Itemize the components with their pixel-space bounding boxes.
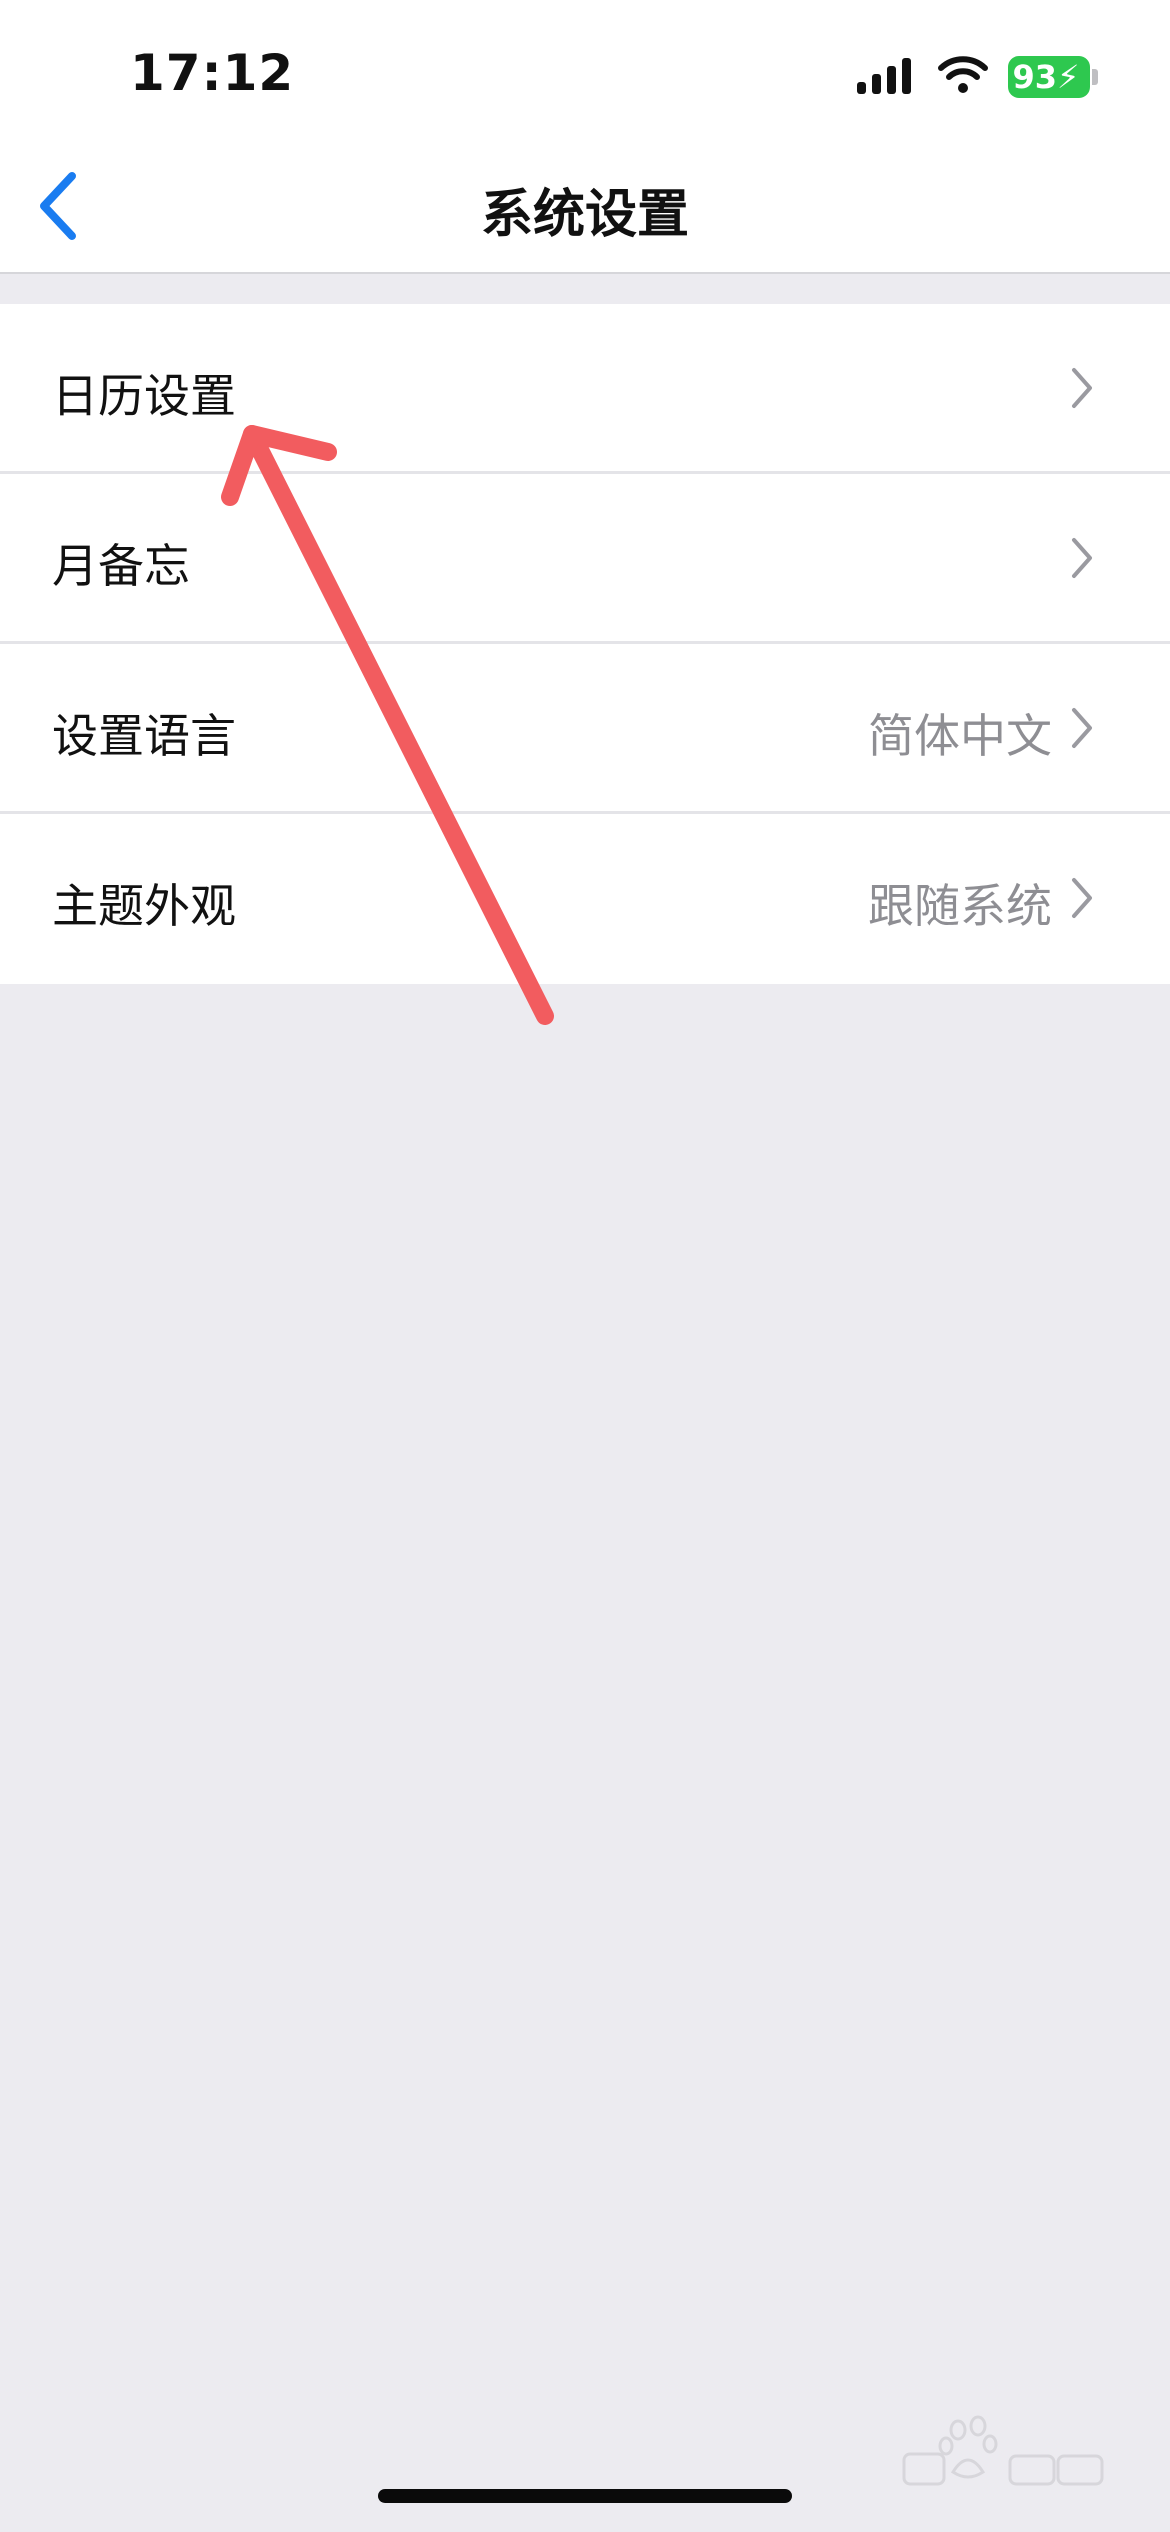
page-title: 系统设置 <box>480 185 689 245</box>
settings-item-value: 简体中文 <box>868 709 1052 763</box>
battery-nub <box>1092 69 1098 85</box>
wifi-icon <box>938 56 988 93</box>
chevron-right-icon <box>1072 538 1092 578</box>
chevron-right-icon <box>1072 368 1092 408</box>
baidu-watermark-logo <box>902 2415 1104 2486</box>
chevron-right-icon <box>1072 878 1092 918</box>
settings-list: 日历设置 月备忘 设置语言 简体中文 主题外观 跟随系统 <box>0 304 1170 984</box>
settings-item-label: 设置语言 <box>52 709 236 763</box>
home-indicator[interactable] <box>378 2489 792 2503</box>
settings-item-value: 跟随系统 <box>868 879 1052 933</box>
settings-item-monthly-memo[interactable]: 月备忘 <box>0 474 1170 644</box>
chevron-right-icon <box>1072 708 1092 748</box>
settings-item-calendar[interactable]: 日历设置 <box>0 304 1170 474</box>
settings-item-label: 日历设置 <box>52 369 236 423</box>
settings-item-language[interactable]: 设置语言 简体中文 <box>0 644 1170 814</box>
battery-percent: 93 <box>1012 58 1058 96</box>
settings-item-label: 主题外观 <box>52 879 236 933</box>
signal-icon <box>857 58 911 94</box>
charging-bolt-icon: ⚡ <box>1057 58 1080 96</box>
settings-item-label: 月备忘 <box>52 539 190 593</box>
battery-charging-icon: 93⚡ <box>1008 56 1090 98</box>
settings-item-theme[interactable]: 主题外观 跟随系统 <box>0 814 1170 984</box>
top-bar: 17:12 93⚡ 系统设置 <box>0 0 1170 274</box>
status-time: 17:12 <box>130 44 295 102</box>
